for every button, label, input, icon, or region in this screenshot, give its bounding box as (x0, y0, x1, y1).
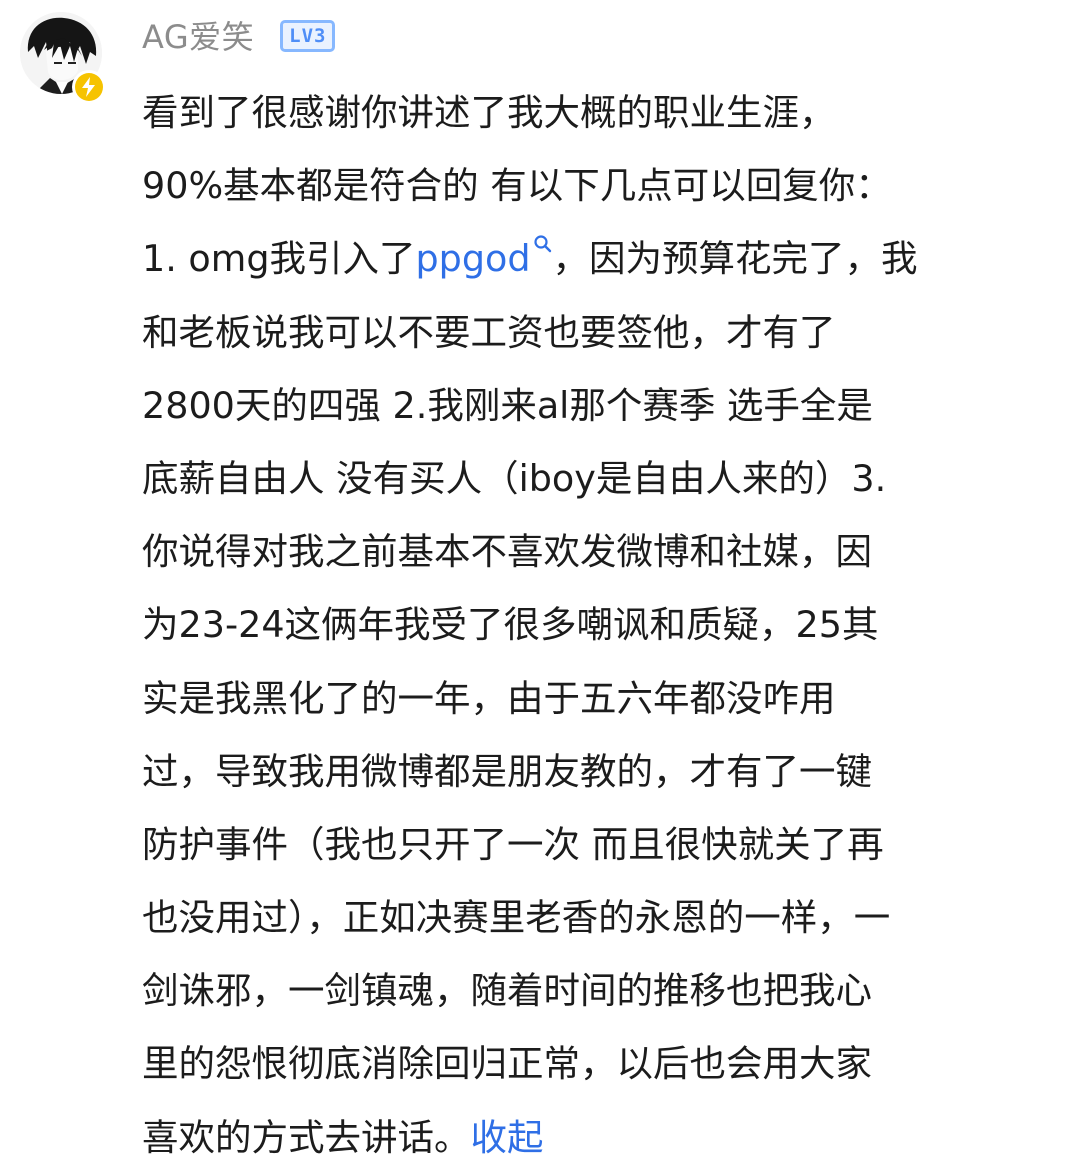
comment-line: 90%基本都是符合的 有以下几点可以回复你： (142, 164, 892, 208)
comment-line: 你说得对我之前基本不喜欢发微博和社媒，因 (142, 530, 872, 574)
comment-line-text: ，因为预算花完了，我 (552, 237, 918, 281)
comment-line: 里的怨恨彻底消除回归正常，以后也会用大家 (142, 1042, 872, 1086)
comment-line: 剑诛邪，一剑镇魂，随着时间的推移也把我心 (142, 969, 872, 1013)
comment-line: 为23-24这俩年我受了很多嘲讽和质疑，25其 (142, 603, 879, 647)
comment-line-text: 1. omg我引入了 (142, 237, 416, 281)
comment-card: AG爱笑 LV3 看到了很感谢你讲述了我大概的职业生涯， 90%基本都是符合的 … (0, 0, 1080, 1159)
comment-line: 也没用过），正如决赛里老香的永恩的一样，一 (142, 896, 891, 940)
comment-line: 2800天的四强 2.我刚来al那个赛季 选手全是 (142, 383, 873, 427)
comment-line-text: 喜欢的方式去讲话。 (142, 1115, 471, 1159)
comment-line: 底薪自由人 没有买人（iboy是自由人来的）3. (142, 456, 887, 500)
comment-header: AG爱笑 LV3 (142, 10, 336, 60)
comment-line: 实是我黑化了的一年，由于五六年都没咋用 (142, 676, 836, 720)
comment-line: 防护事件（我也只开了一次 而且很快就关了再 (142, 822, 884, 866)
level-badge: LV3 (280, 20, 336, 52)
comment-body: 看到了很感谢你讲述了我大概的职业生涯， 90%基本都是符合的 有以下几点可以回复… (142, 76, 1052, 1174)
comment-line: 1. omg我引入了ppgod ，因为预算花完了，我 (142, 222, 1052, 295)
comment-line: 和老板说我可以不要工资也要签他，才有了 (142, 310, 836, 354)
comment-line: 看到了很感谢你讲述了我大概的职业生涯， (142, 91, 836, 134)
search-icon (533, 235, 551, 253)
comment-line: 过，导致我用微博都是朋友教的，才有了一键 (142, 749, 872, 793)
username[interactable]: AG爱笑 (142, 12, 254, 58)
collapse-button[interactable]: 收起 (471, 1116, 544, 1159)
lightning-verified-icon (72, 70, 106, 104)
topic-link-text[interactable]: ppgod (415, 237, 530, 280)
topic-link-ppgod[interactable]: ppgod (415, 235, 552, 280)
comment-line: 喜欢的方式去讲话。收起 (142, 1101, 1052, 1174)
